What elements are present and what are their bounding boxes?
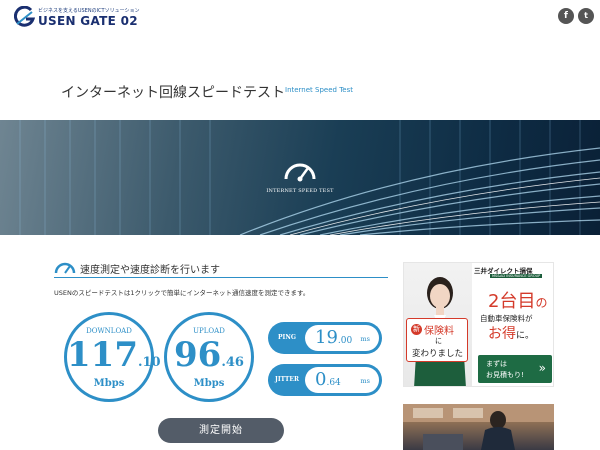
download-label: DOWNLOAD	[86, 327, 132, 335]
twitter-icon[interactable]: t	[578, 8, 594, 24]
ad-card-line3: 変わりました	[412, 349, 464, 359]
ad-line3: お得に。	[488, 323, 534, 343]
ad-headline: 2台目の	[488, 287, 547, 313]
ad-card-badge: 新	[411, 324, 422, 335]
ping-label: PING	[278, 334, 296, 341]
section-divider	[54, 277, 388, 278]
jitter-result: JITTER 0.64 ms	[268, 364, 382, 396]
ad-cta-button[interactable]: まずは お見積もり! »	[478, 355, 552, 383]
section-description: USENのスピードテストは1クリックで簡単にインターネット通信速度を測定できます…	[54, 289, 310, 297]
jitter-value: 0.64	[315, 369, 341, 390]
ad-line3-big: お得	[488, 326, 516, 342]
upload-value-int: 96	[174, 335, 222, 375]
upload-value-dec: .46	[221, 355, 244, 370]
jitter-unit: ms	[360, 377, 371, 385]
ad-card-line2: に	[435, 337, 442, 345]
page-subtitle: Internet Speed Test	[285, 86, 353, 94]
ping-value-dec: .00	[337, 336, 353, 346]
download-value-dec: .10	[137, 355, 161, 370]
jitter-value-int: 0	[315, 369, 327, 390]
facebook-icon[interactable]: f	[558, 8, 574, 24]
insurance-ad[interactable]: 三井ダイレクト損保 MS&AD INSURANCE GROUP 2台目の 自動車…	[403, 262, 554, 387]
ping-value-box: 19.00 ms	[305, 325, 379, 351]
ad-line3-small: に。	[516, 331, 535, 341]
jitter-label: JITTER	[275, 376, 299, 383]
ad-brand-sub: MS&AD INSURANCE GROUP	[490, 274, 543, 278]
upload-value: 96.46	[167, 335, 251, 375]
ad-cta-line1: まずは	[486, 360, 507, 368]
upload-result: UPLOAD 96.46 Mbps	[164, 312, 254, 402]
ping-value: 19.00	[315, 327, 352, 348]
download-unit: Mbps	[93, 378, 125, 389]
ping-value-int: 19	[315, 327, 338, 348]
office-scene-icon	[403, 404, 554, 450]
site-logo[interactable]: ビジネスを支えるUSENのICTソリューション USEN GATE 02	[14, 6, 140, 28]
download-value-int: 117	[67, 335, 138, 375]
download-result: DOWNLOAD 117.10 Mbps	[64, 312, 161, 402]
logo-name: USEN GATE 02	[38, 14, 138, 28]
logo-tagline: ビジネスを支えるUSENのICTソリューション	[38, 8, 140, 14]
gauge-icon	[54, 262, 76, 274]
upload-unit: Mbps	[193, 378, 225, 389]
start-test-button[interactable]: 測定開始	[158, 418, 284, 443]
ad-headline-big: 2台目	[488, 291, 536, 312]
page-title: インターネット回線スピードテスト	[61, 85, 285, 101]
logo-mark-icon	[14, 6, 36, 27]
ad-card-line1: 保険料	[424, 326, 454, 337]
download-value: 117.10	[67, 335, 161, 375]
office-photo-banner[interactable]	[403, 404, 554, 450]
ping-result: PING 19.00 ms	[268, 322, 382, 354]
ad-cta-line2: お見積もり!	[486, 371, 524, 379]
upload-label: UPLOAD	[193, 327, 225, 335]
section-title: 速度測定や速度診断を行います	[80, 265, 220, 276]
ad-card: 新 保険料 に 変わりました	[406, 318, 468, 362]
speedometer-icon	[284, 163, 316, 182]
hero-label: INTERNET SPEED TEST	[266, 188, 334, 194]
chevron-right-icon: »	[538, 361, 546, 375]
jitter-value-dec: .64	[326, 378, 341, 388]
jitter-value-box: 0.64 ms	[305, 367, 379, 393]
ping-unit: ms	[360, 335, 371, 343]
ad-headline-small: の	[535, 296, 548, 310]
site-header: ビジネスを支えるUSENのICTソリューション USEN GATE 02 f t	[0, 0, 600, 34]
